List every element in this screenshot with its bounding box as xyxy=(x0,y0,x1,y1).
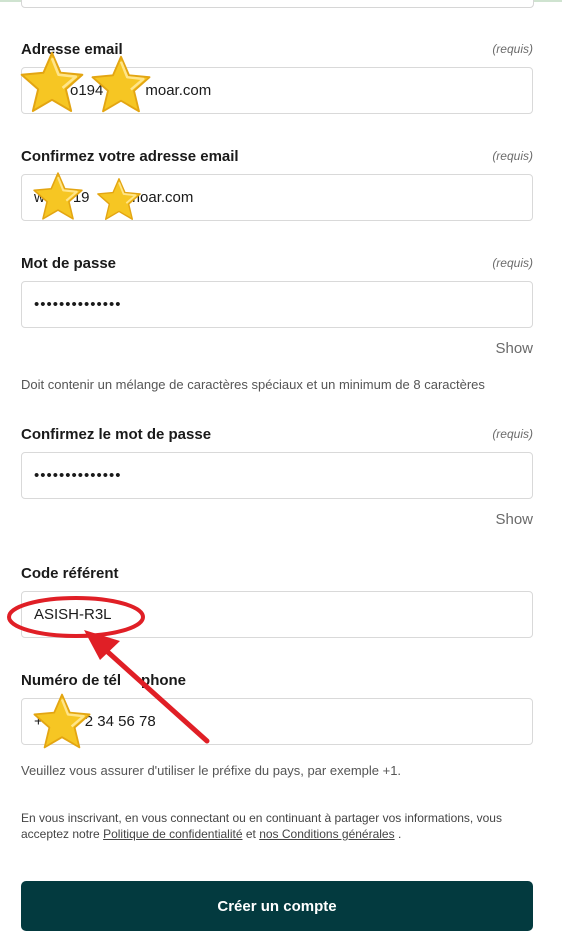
password-confirm-label: Confirmez le mot de passe xyxy=(21,426,212,443)
star-sticker-icon xyxy=(91,55,151,113)
phone-input[interactable]: +2 34 56 78 xyxy=(21,698,533,745)
password-confirm-required: (requis) xyxy=(492,427,533,441)
password-label: Mot de passe xyxy=(21,255,117,272)
referral-value: ASISH-R3L xyxy=(34,606,112,623)
password-field-group: Mot de passe (requis) •••••••••••••• Sho… xyxy=(21,254,533,357)
password-required: (requis) xyxy=(492,256,533,270)
star-sticker-icon xyxy=(33,172,83,220)
legal-notice: En vous inscrivant, en vous connectant o… xyxy=(21,811,502,841)
email-confirm-required: (requis) xyxy=(492,149,533,163)
star-sticker-icon xyxy=(97,178,141,220)
referral-field-group: Code référent ASISH-R3L xyxy=(21,564,533,638)
referral-input[interactable]: ASISH-R3L xyxy=(21,591,533,638)
password-confirm-field-group: Confirmez le mot de passe (requis) •••••… xyxy=(21,425,533,528)
phone-label: Numéro de tél phone xyxy=(21,672,187,689)
password-confirm-value: •••••••••••••• xyxy=(34,467,122,484)
star-sticker-icon xyxy=(33,693,91,749)
password-input[interactable]: •••••••••••••• xyxy=(21,281,533,328)
password-value: •••••••••••••• xyxy=(34,296,122,313)
referral-label: Code référent xyxy=(21,565,119,582)
email-confirm-field-group: Confirmez votre adresse email (requis) w… xyxy=(21,147,533,221)
email-required: (requis) xyxy=(492,42,533,56)
password-confirm-show-toggle[interactable]: Show xyxy=(495,511,533,528)
phone-hint: Veuillez vous assurer d'utiliser le préf… xyxy=(21,763,402,778)
email-confirm-label: Confirmez votre adresse email xyxy=(21,148,239,165)
star-sticker-icon xyxy=(20,51,84,113)
password-confirm-input[interactable]: •••••••••••••• xyxy=(21,452,533,499)
privacy-policy-link[interactable]: Politique de confidentialité xyxy=(103,827,242,841)
terms-link[interactable]: nos Conditions générales xyxy=(259,827,394,841)
phone-field-group: Numéro de tél phone +2 34 56 78 xyxy=(21,671,533,745)
password-show-toggle[interactable]: Show xyxy=(495,340,533,357)
password-hint: Doit contenir un mélange de caractères s… xyxy=(21,377,485,392)
create-account-button[interactable]: Créer un compte xyxy=(21,881,533,931)
previous-field-input[interactable] xyxy=(21,0,534,8)
